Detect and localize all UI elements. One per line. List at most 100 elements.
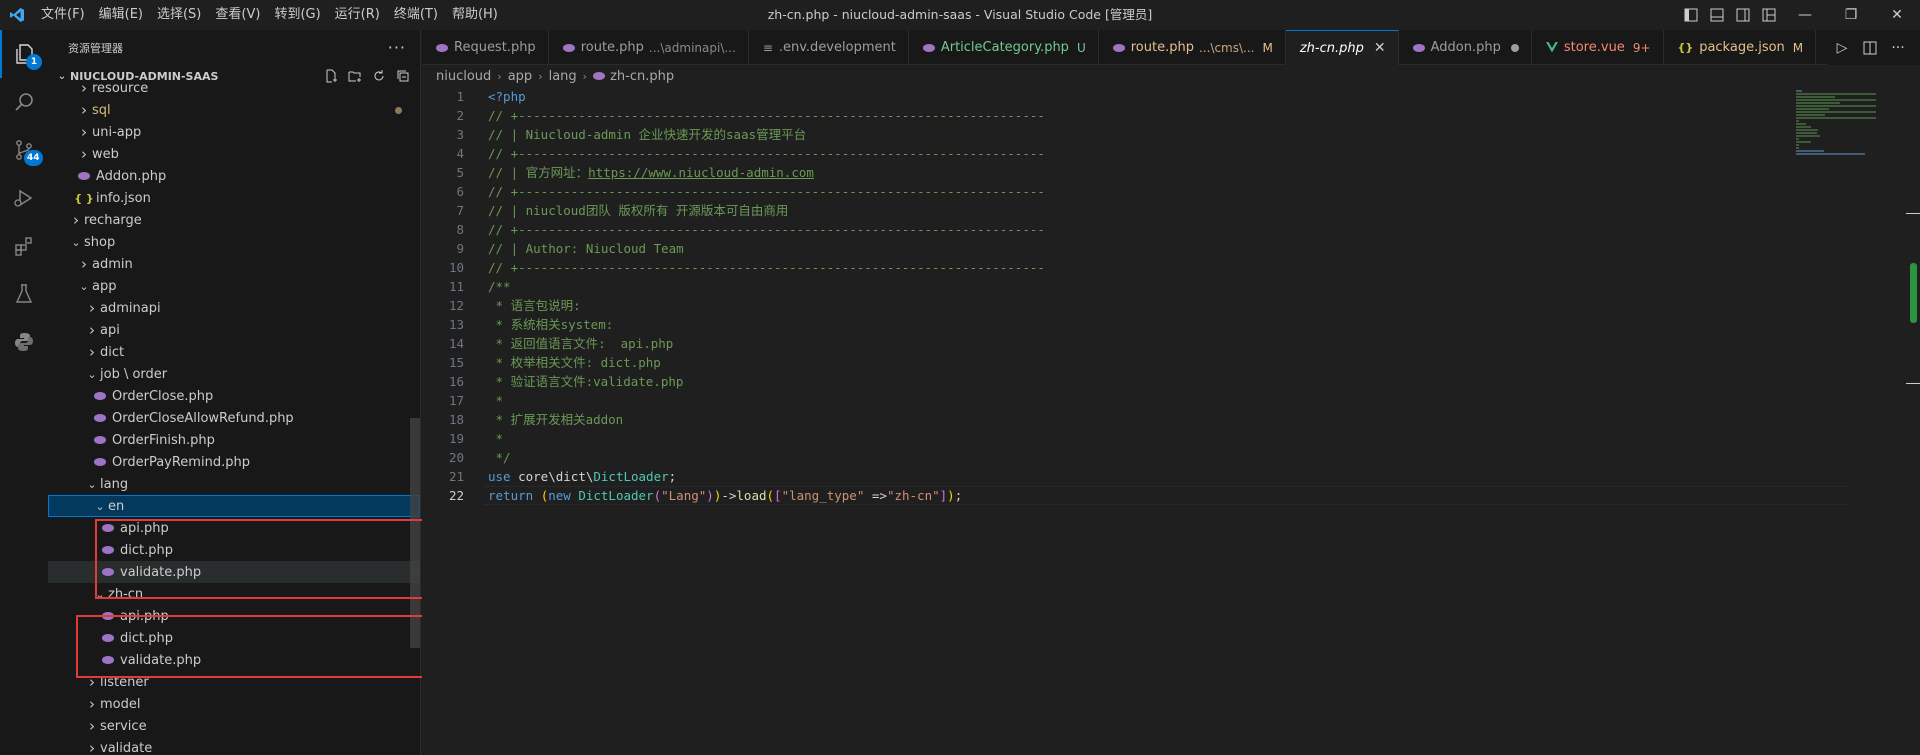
source-control-badge: 44 [24,150,43,166]
tree-folder[interactable]: ⌄ job \ order [48,363,420,385]
editor-tab[interactable]: Addon.php [1399,30,1532,65]
chevron-right-icon: › [89,321,95,339]
explorer-icon[interactable]: 1 [0,30,48,78]
tree-folder[interactable]: › recharge [48,209,420,231]
code-line: 9 // | Author: Niucloud Team [422,239,1722,258]
scroll-marker [1906,213,1920,214]
menu-edit[interactable]: 编辑(E) [92,0,150,30]
line-number: 3 [456,127,464,142]
tree-folder[interactable]: › web [48,143,420,165]
code-editor[interactable]: 1 <?php 2 // +-----------------------------… [422,87,1920,755]
menu-view[interactable]: 查看(V) [208,0,267,30]
tree-folder[interactable]: › resource [48,77,420,99]
source-control-icon[interactable]: 44 [0,126,48,174]
tab-status: M [1262,40,1273,55]
code-line: 21 use core\dict\DictLoader; [422,467,1722,486]
code-token: DictLoader [578,488,654,503]
editor-tab[interactable]: zh-cn.php ✕ [1285,30,1399,65]
tree-folder[interactable]: ⌄ lang [48,473,420,495]
line-content: <?php [488,87,526,106]
breadcrumb-item[interactable]: app [508,69,532,84]
code-line: 17 * [422,391,1722,410]
code-token: // | Author: Niucloud Team [488,241,684,256]
code-token: new [548,488,579,503]
lines-file-icon: ≡ [762,40,773,55]
vscode-logo-icon[interactable] [0,0,34,30]
tree-folder[interactable]: › validate [48,737,420,755]
toggle-secondary-sidebar-icon[interactable] [1730,0,1756,30]
minimap-line [1796,96,1835,98]
tree-folder[interactable]: ⌄ app [48,275,420,297]
php-file-icon [92,414,108,422]
minimap[interactable] [1796,87,1906,755]
tree-item-label: shop [84,234,116,250]
tree-folder[interactable]: › adminapi [48,297,420,319]
tree-item-label: info.json [96,190,151,206]
toggle-panel-icon[interactable] [1704,0,1730,30]
search-icon[interactable] [0,78,48,126]
tree-item-label: uni-app [92,124,142,140]
chevron-right-icon: › [81,145,87,163]
tree-file[interactable]: OrderFinish.php [48,429,420,451]
close-window-icon[interactable]: ✕ [1874,0,1920,30]
tree-folder[interactable]: › model [48,693,420,715]
run-debug-icon[interactable] [0,174,48,222]
tree-file[interactable]: OrderCloseAllowRefund.php [48,407,420,429]
breadcrumb-item[interactable]: lang [549,69,577,84]
menu-terminal[interactable]: 终端(T) [387,0,445,30]
tree-file[interactable]: { } info.json [48,187,420,209]
editor-tab[interactable]: ArticleCategory.php U [909,30,1099,65]
menu-selection[interactable]: 选择(S) [150,0,208,30]
customize-layout-icon[interactable] [1756,0,1782,30]
tab-label: package.json [1699,40,1785,55]
toggle-primary-sidebar-icon[interactable] [1678,0,1704,30]
tree-item-label: dict [100,344,125,360]
vue-file-icon [1545,42,1558,53]
menu-file[interactable]: 文件(F) [34,0,92,30]
scrollbar-thumb[interactable] [1910,263,1917,323]
breadcrumb-item[interactable]: zh-cn.php [610,69,674,84]
minimize-icon[interactable]: — [1782,0,1828,30]
tree-folder[interactable]: › api [48,319,420,341]
tree-folder[interactable]: › service [48,715,420,737]
editor-tab[interactable]: {} package.json M [1664,30,1817,65]
editor-tab[interactable]: store.vue 9+ [1532,30,1664,65]
code-area[interactable]: 1 <?php 2 // +-----------------------------… [422,87,1722,505]
menu-help[interactable]: 帮助(H) [445,0,505,30]
tree-file[interactable]: OrderClose.php [48,385,420,407]
editor-tab[interactable]: Request.php [422,30,549,65]
tree-item-label: OrderClose.php [112,388,214,404]
tree-file[interactable]: OrderPayRemind.php [48,451,420,473]
menu-run[interactable]: 运行(R) [328,0,387,30]
extensions-icon[interactable] [0,222,48,270]
editor-tab[interactable]: route.php ...\cms\... M [1099,30,1286,65]
run-icon[interactable]: ▷ [1828,40,1856,56]
line-number: 1 [456,89,464,104]
scroll-marker [1906,383,1920,384]
tree-file[interactable]: Addon.php [48,165,420,187]
tree-folder[interactable]: › uni-app [48,121,420,143]
python-icon[interactable] [0,318,48,366]
split-editor-icon[interactable] [1856,41,1884,55]
menu-go[interactable]: 转到(G) [267,0,327,30]
tree-folder[interactable]: › dict [48,341,420,363]
breadcrumb-item[interactable]: niucloud [436,69,491,84]
tree-item-label: validate [100,740,153,755]
tree-folder[interactable]: ⌄ en [48,495,420,517]
chevron-right-icon: › [582,69,588,83]
code-line: 6 // +-----------------------------------… [422,182,1722,201]
more-actions-icon[interactable]: ··· [388,38,406,57]
tree-folder[interactable]: ⌄ shop [48,231,420,253]
editor-tab[interactable]: ≡ .env.development [749,30,909,65]
code-token: ) [706,488,714,503]
close-tab-icon[interactable]: ✕ [1374,40,1386,56]
editor-more-icon[interactable]: ··· [1884,40,1912,56]
testing-icon[interactable] [0,270,48,318]
editor-tab[interactable]: route.php ...\adminapi\... [549,30,749,65]
editor-scrollbar[interactable] [1906,87,1920,755]
tree-folder[interactable]: › sql [48,99,420,121]
chevron-right-icon: › [89,717,95,735]
restore-icon[interactable]: ❐ [1828,0,1874,30]
code-token: return [488,488,541,503]
tree-folder[interactable]: › admin [48,253,420,275]
